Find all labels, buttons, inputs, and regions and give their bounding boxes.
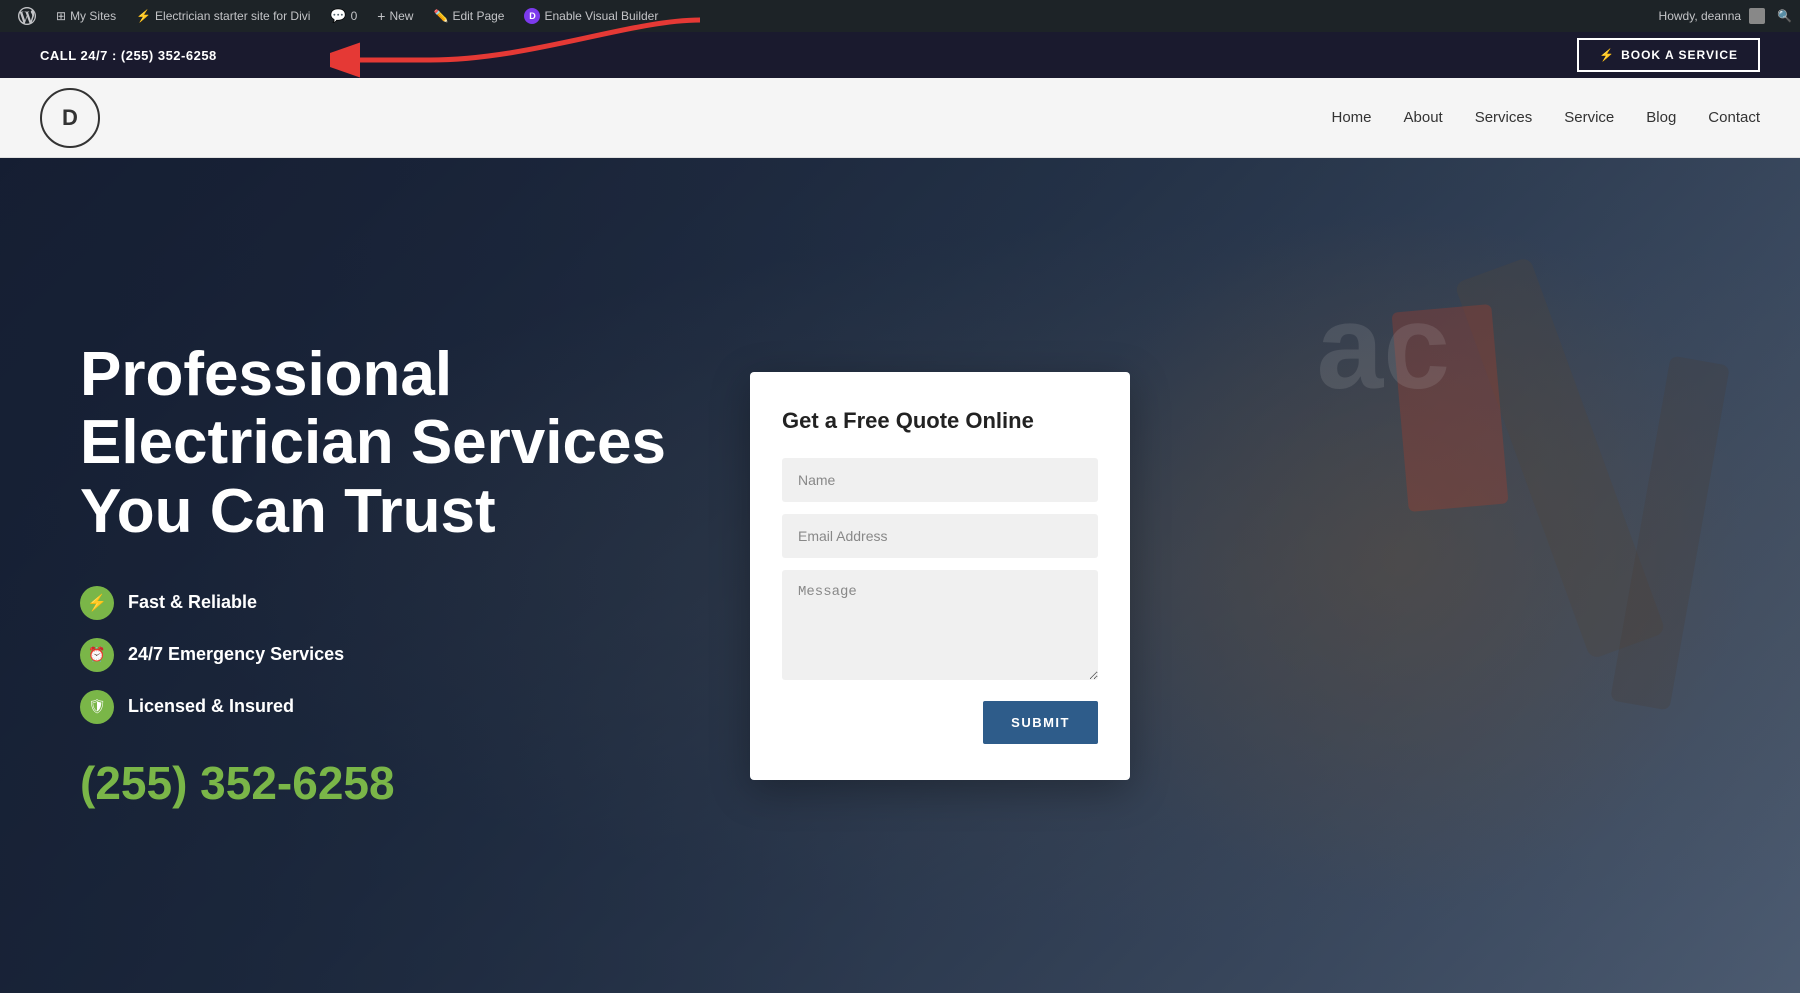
message-textarea[interactable]: [782, 570, 1098, 680]
wordpress-logo-button[interactable]: [8, 0, 46, 32]
feature-licensed: 🛡 Licensed & Insured: [80, 690, 670, 724]
divi-icon: D: [524, 8, 540, 24]
quote-form-title: Get a Free Quote Online: [782, 408, 1098, 434]
fast-label: Fast & Reliable: [128, 592, 257, 613]
nav-about[interactable]: About: [1404, 109, 1443, 126]
top-bar: CALL 24/7 : (255) 352-6258 ⚡ BOOK A SERV…: [0, 32, 1800, 78]
hero-content: Professional Electrician Services You Ca…: [0, 341, 750, 810]
licensed-label: Licensed & Insured: [128, 696, 294, 717]
admin-bar-right: Howdy, deanna 🔍: [1659, 8, 1792, 24]
name-input[interactable]: [782, 458, 1098, 502]
hero-title: Professional Electrician Services You Ca…: [80, 341, 670, 546]
hero-section: ac Professional Electrician Services You…: [0, 158, 1800, 993]
new-content-button[interactable]: + New: [367, 0, 423, 32]
phone-number: CALL 24/7 : (255) 352-6258: [40, 48, 217, 63]
fast-icon: ⚡: [80, 586, 114, 620]
enable-vb-label: Enable Visual Builder: [544, 9, 658, 23]
howdy-text: Howdy, deanna: [1659, 9, 1742, 23]
emergency-icon: ⏰: [80, 638, 114, 672]
hero-phone-number[interactable]: (255) 352-6258: [80, 756, 670, 810]
bolt-icon: ⚡: [1599, 48, 1615, 62]
nav-home[interactable]: Home: [1331, 109, 1371, 126]
admin-bar: ⊞ My Sites ⚡ Electrician starter site fo…: [0, 0, 1800, 32]
book-service-label: BOOK A SERVICE: [1621, 48, 1738, 62]
book-service-button[interactable]: ⚡ BOOK A SERVICE: [1577, 38, 1760, 72]
nav-services[interactable]: Services: [1475, 109, 1533, 126]
admin-bar-left: ⊞ My Sites ⚡ Electrician starter site fo…: [8, 0, 1659, 32]
plus-icon: +: [377, 8, 385, 24]
feature-247: ⏰ 24/7 Emergency Services: [80, 638, 670, 672]
edit-page-button[interactable]: ✏️ Edit Page: [423, 0, 514, 32]
nav-bar: D Home About Services Service Blog Conta…: [0, 78, 1800, 158]
new-label: New: [389, 9, 413, 23]
shield-icon: 🛡: [80, 690, 114, 724]
comments-count: 0: [351, 9, 358, 23]
my-sites-button[interactable]: ⊞ My Sites: [46, 0, 126, 32]
emergency-label: 24/7 Emergency Services: [128, 644, 344, 665]
hero-title-line2: Electrician Services: [80, 408, 666, 477]
comments-icon: 💬: [330, 8, 346, 24]
hero-features: ⚡ Fast & Reliable ⏰ 24/7 Emergency Servi…: [80, 586, 670, 724]
email-input[interactable]: [782, 514, 1098, 558]
quote-form: Get a Free Quote Online SUBMIT: [750, 372, 1130, 780]
nav-contact[interactable]: Contact: [1708, 109, 1760, 126]
site-name-label: Electrician starter site for Divi: [155, 9, 310, 23]
my-sites-icon: ⊞: [56, 9, 66, 23]
comments-button[interactable]: 💬 0: [320, 0, 367, 32]
wordpress-icon: [18, 7, 36, 25]
nav-service[interactable]: Service: [1564, 109, 1614, 126]
pencil-icon: ✏️: [433, 9, 448, 23]
edit-page-label: Edit Page: [452, 9, 504, 23]
avatar: [1749, 8, 1765, 24]
submit-button[interactable]: SUBMIT: [983, 701, 1098, 744]
feature-fast: ⚡ Fast & Reliable: [80, 586, 670, 620]
hero-title-line1: Professional: [80, 340, 452, 409]
submit-label: SUBMIT: [1011, 715, 1070, 730]
enable-visual-builder-button[interactable]: D Enable Visual Builder: [514, 0, 668, 32]
site-icon: ⚡: [136, 9, 151, 23]
my-sites-label: My Sites: [70, 9, 116, 23]
hero-title-line3: You Can Trust: [80, 477, 496, 546]
search-icon[interactable]: 🔍: [1777, 9, 1792, 23]
site-logo[interactable]: D: [40, 88, 100, 148]
logo-letter: D: [62, 105, 78, 131]
nav-blog[interactable]: Blog: [1646, 109, 1676, 126]
main-nav: Home About Services Service Blog Contact: [1331, 109, 1760, 126]
site-name-button[interactable]: ⚡ Electrician starter site for Divi: [126, 0, 320, 32]
